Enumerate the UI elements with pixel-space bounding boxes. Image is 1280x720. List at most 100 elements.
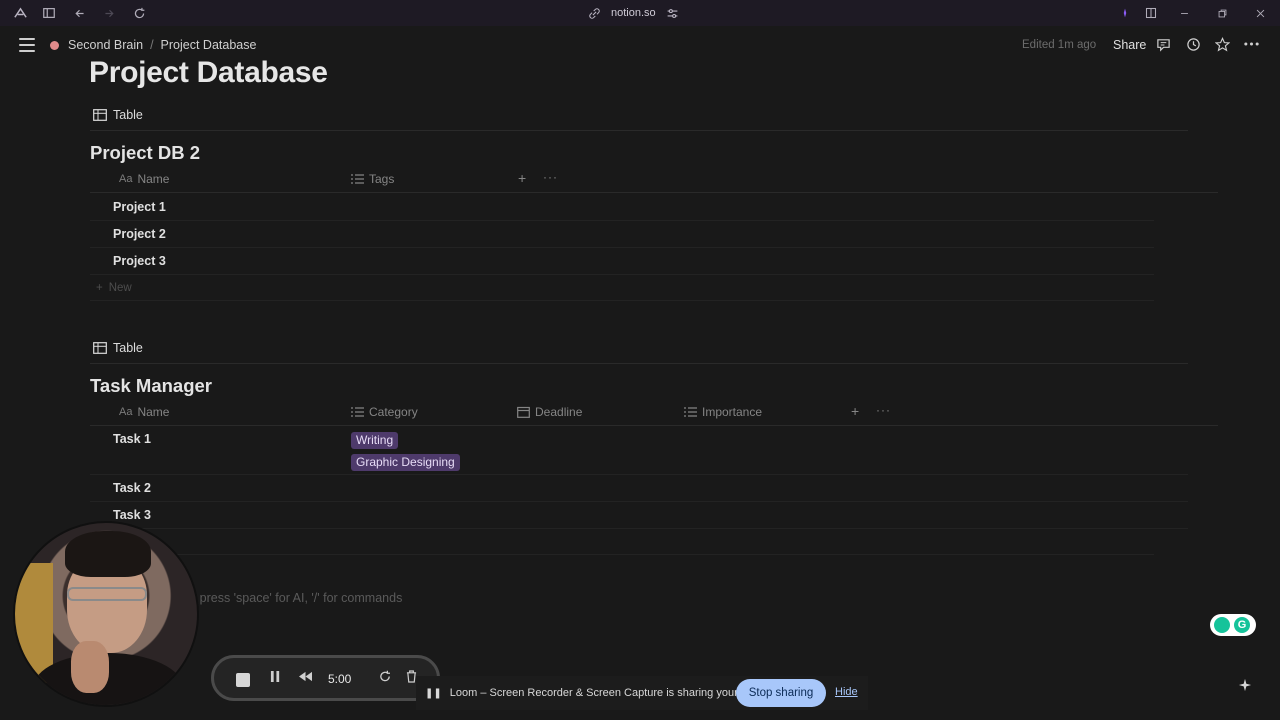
list-icon <box>684 407 697 417</box>
column-header-name[interactable]: Aa Name <box>119 172 169 186</box>
close-window-icon[interactable] <box>1252 5 1268 21</box>
extension-icon[interactable] <box>1117 5 1133 21</box>
view-tab-label: Table <box>113 341 143 355</box>
recording-timer: 5:00 <box>328 672 352 686</box>
new-row-button[interactable]: + New <box>96 282 132 294</box>
more-columns-icon[interactable]: ··· <box>543 170 558 184</box>
plus-icon: + <box>96 282 103 294</box>
stop-sharing-button[interactable]: Stop sharing <box>736 679 826 707</box>
edited-timestamp: Edited 1m ago <box>1022 39 1097 51</box>
breadcrumb-separator: / <box>150 38 154 52</box>
back-icon[interactable] <box>71 5 87 21</box>
divider <box>90 554 1154 555</box>
ai-sparkle-icon[interactable] <box>1238 678 1252 695</box>
more-options-icon[interactable] <box>1243 36 1259 52</box>
table-row[interactable]: Task 3 <box>113 508 151 522</box>
reload-icon[interactable] <box>131 5 147 21</box>
project-db-title[interactable]: Project DB 2 <box>90 142 200 164</box>
stop-recording-icon[interactable] <box>236 673 250 687</box>
view-tab-label: Table <box>113 108 143 122</box>
page-title[interactable]: Project Database <box>89 56 328 90</box>
webcam-bubble[interactable] <box>13 521 199 707</box>
table-icon <box>93 109 107 121</box>
sharing-pause-icon: ❚❚ <box>425 687 442 699</box>
column-header-tags[interactable]: Tags <box>351 172 394 186</box>
forward-icon[interactable] <box>101 5 117 21</box>
browser-bar: notion.so <box>0 0 1280 26</box>
address-bar[interactable]: notion.so <box>588 4 679 22</box>
webcam-person-glasses <box>67 587 147 601</box>
pause-icon[interactable] <box>270 670 281 686</box>
column-label: Deadline <box>535 405 583 419</box>
task-db-title[interactable]: Task Manager <box>90 375 212 397</box>
split-view-icon[interactable] <box>1143 5 1159 21</box>
share-button[interactable]: Share <box>1113 38 1146 52</box>
column-label: Importance <box>702 405 763 419</box>
grammarly-widget[interactable]: G <box>1210 614 1256 636</box>
minimize-icon[interactable] <box>1176 5 1192 21</box>
column-label: Name <box>137 172 170 186</box>
list-icon <box>351 174 364 184</box>
more-columns-icon[interactable]: ··· <box>876 403 891 417</box>
add-column-icon[interactable]: + <box>851 403 859 419</box>
row-divider <box>90 247 1154 248</box>
brain-icon <box>50 40 59 50</box>
new-row-label: New <box>108 282 132 294</box>
sharing-message: Loom – Screen Recorder & Screen Capture … <box>449 687 777 699</box>
project-db-view-tab[interactable]: Table <box>93 108 143 122</box>
divider <box>90 300 1154 301</box>
browser-logo-icon[interactable] <box>12 5 28 21</box>
column-header-importance[interactable]: Importance <box>684 405 762 419</box>
webcam-person-hand <box>71 641 109 693</box>
text-type-icon: Aa <box>119 173 133 185</box>
breadcrumb-project-database[interactable]: Project Database <box>161 38 257 52</box>
row-divider <box>90 501 1188 502</box>
table-row[interactable]: Project 1 <box>113 200 166 214</box>
list-icon <box>351 407 364 417</box>
grammarly-assist-icon <box>1214 617 1230 633</box>
row-divider <box>90 274 1154 275</box>
column-label: Category <box>369 405 418 419</box>
column-header-name[interactable]: Aa Name <box>119 405 169 419</box>
webcam-background <box>15 563 53 683</box>
divider <box>90 130 1188 131</box>
column-header-category[interactable]: Category <box>351 405 418 419</box>
history-icon[interactable] <box>1186 37 1202 53</box>
row-divider <box>90 220 1154 221</box>
table-row[interactable]: Task 2 <box>113 481 151 495</box>
divider <box>90 425 1218 426</box>
calendar-icon <box>517 406 530 418</box>
row-divider <box>90 474 1188 475</box>
category-tag[interactable]: Writing <box>351 432 399 449</box>
divider <box>90 192 1218 193</box>
sidebar-toggle-icon[interactable] <box>41 5 57 21</box>
table-row[interactable]: Project 3 <box>113 254 166 268</box>
add-column-icon[interactable]: + <box>518 170 526 186</box>
url-text: notion.so <box>611 7 656 19</box>
restart-icon[interactable] <box>379 670 392 686</box>
rewind-icon[interactable] <box>298 670 313 686</box>
editor-placeholder[interactable]: r press 'space' for AI, '/' for commands <box>192 591 402 605</box>
breadcrumb-second-brain[interactable]: Second Brain <box>68 38 143 52</box>
site-settings-icon[interactable] <box>666 7 679 20</box>
task-db-view-tab[interactable]: Table <box>93 341 143 355</box>
table-icon <box>93 342 107 354</box>
text-type-icon: Aa <box>119 406 133 418</box>
row-divider <box>90 528 1188 529</box>
comments-icon[interactable] <box>1156 37 1172 53</box>
screen-sharing-bar: ❚❚ Loom – Screen Recorder & Screen Captu… <box>416 676 868 710</box>
menu-icon[interactable] <box>19 38 35 52</box>
table-row[interactable]: Task 1 <box>113 432 151 446</box>
breadcrumb: Second Brain / Project Database <box>50 38 256 52</box>
grammarly-logo-icon: G <box>1234 617 1250 633</box>
column-header-deadline[interactable]: Deadline <box>517 405 582 419</box>
hide-sharing-bar-link[interactable]: Hide <box>835 686 858 698</box>
loom-recording-controls: 5:00 <box>211 655 440 701</box>
category-tag[interactable]: Graphic Designing <box>351 454 460 471</box>
restore-icon[interactable] <box>1214 5 1230 21</box>
webcam-person-hair <box>65 531 151 577</box>
column-label: Tags <box>369 172 395 186</box>
link-icon <box>589 7 600 19</box>
favorite-star-icon[interactable] <box>1214 37 1231 53</box>
table-row[interactable]: Project 2 <box>113 227 166 241</box>
